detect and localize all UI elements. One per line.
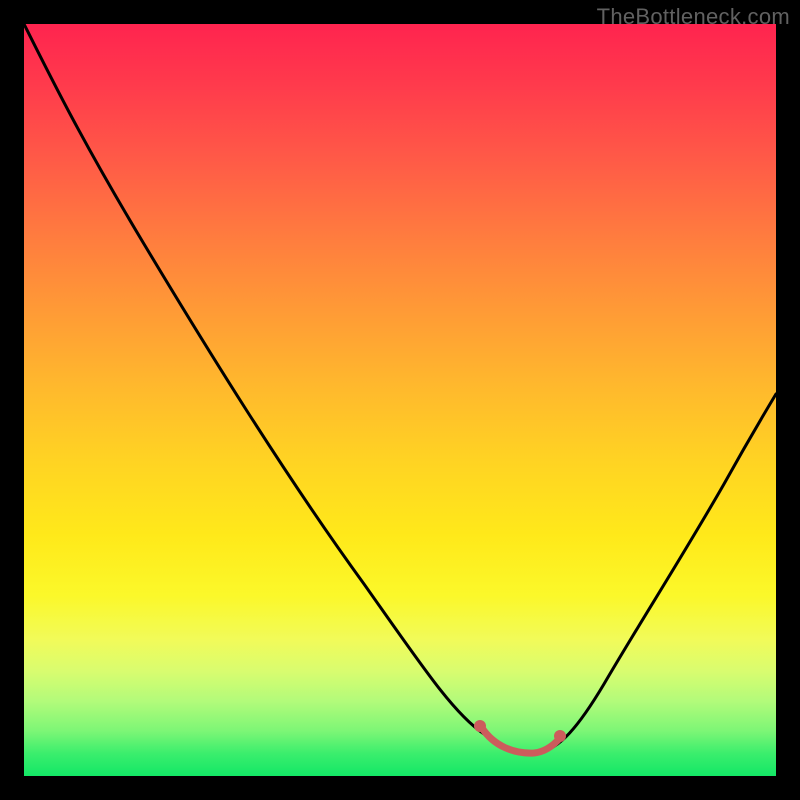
- highlight-dot-left: [474, 720, 486, 732]
- highlight-dot-right: [554, 730, 566, 742]
- trough-highlight: [482, 728, 560, 753]
- plot-area: [24, 24, 776, 776]
- chart-canvas: TheBottleneck.com: [0, 0, 800, 800]
- main-curve-path: [24, 24, 776, 752]
- bottleneck-curve: [24, 24, 776, 776]
- watermark-text: TheBottleneck.com: [597, 4, 790, 30]
